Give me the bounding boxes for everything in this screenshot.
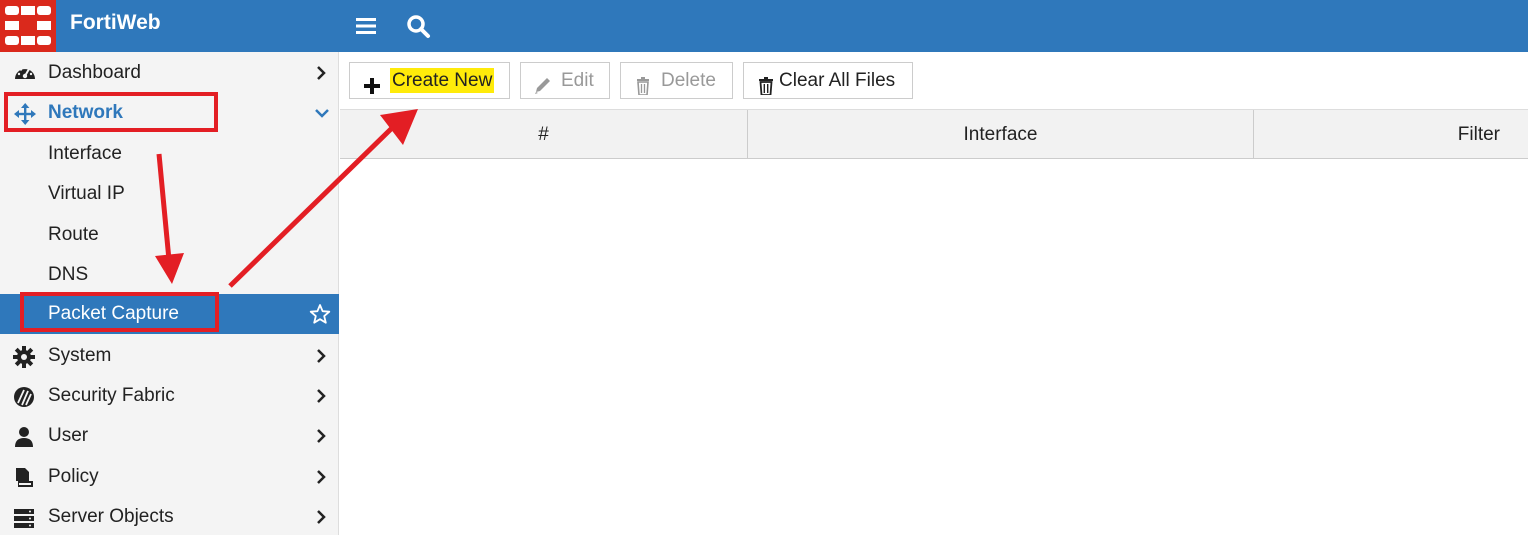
sidebar-item-system[interactable]: System [0,336,339,376]
sidebar-item-policy[interactable]: Policy [0,457,339,497]
chevron-right-icon [314,428,328,444]
chevron-right-icon [314,388,328,404]
search-icon[interactable] [404,12,432,40]
clear-all-files-label: Clear All Files [779,70,896,91]
server-icon [13,507,37,528]
sidebar-item-label: Security Fabric [48,385,175,406]
plus-icon [362,72,382,94]
toolbar: Create New Edit Delete Clear All Files [340,52,1528,109]
top-bar: FortiWeb [0,0,1528,52]
sidebar-item-label: Route [48,224,99,245]
delete-label: Delete [661,70,716,91]
chevron-right-icon [314,348,328,364]
gear-icon [13,346,37,368]
sidebar-subitem-virtual-ip[interactable]: Virtual IP [0,174,339,214]
chevron-right-icon [314,509,328,525]
trash-icon [633,72,653,96]
sidebar-subitem-route[interactable]: Route [0,215,339,255]
chevron-right-icon [314,65,328,81]
sidebar-item-dashboard[interactable]: Dashboard [0,53,339,93]
sidebar-subitem-interface[interactable]: Interface [0,134,339,174]
create-new-label: Create New [390,68,495,93]
chevron-down-icon [314,105,329,121]
sidebar-item-security-fabric[interactable]: Security Fabric [0,376,339,416]
edit-button[interactable]: Edit [520,62,610,99]
sidebar-item-label: Interface [48,143,122,164]
user-icon [13,426,37,447]
policy-icon [13,467,37,487]
sidebar-item-label: DNS [48,264,89,285]
main-content: Create New Edit Delete Clear All Files #… [340,52,1528,535]
security-fabric-icon [13,386,37,407]
app-brand: FortiWeb [70,11,161,34]
sidebar-item-label: Virtual IP [48,183,125,204]
annotation-box-network [4,92,218,132]
sidebar-item-user[interactable]: User [0,416,339,456]
column-header-index[interactable]: # [340,110,748,159]
sidebar-item-label: Server Objects [48,506,174,527]
hamburger-menu-icon[interactable] [352,12,380,40]
star-outline-icon[interactable] [309,303,331,330]
create-new-button[interactable]: Create New [349,62,510,99]
column-header-filter[interactable]: Filter [1254,110,1528,159]
sidebar-item-label: User [48,425,89,446]
dashboard-gauge-icon [13,63,37,83]
annotation-box-packet-capture [20,292,219,332]
fortinet-logo-icon[interactable] [0,0,56,52]
chevron-right-icon [314,469,328,485]
delete-button[interactable]: Delete [620,62,733,99]
sidebar-item-label: Dashboard [48,62,141,83]
table-header-row: # Interface Filter [340,109,1528,159]
sidebar-item-server-objects[interactable]: Server Objects [0,497,339,537]
pencil-icon [533,72,553,94]
clear-all-files-button[interactable]: Clear All Files [743,62,913,99]
sidebar-item-label: Policy [48,466,99,487]
edit-label: Edit [561,70,594,91]
sidebar-subitem-dns[interactable]: DNS [0,255,339,295]
trash-icon [756,72,776,96]
sidebar-item-label: System [48,345,112,366]
column-header-interface[interactable]: Interface [748,110,1254,159]
